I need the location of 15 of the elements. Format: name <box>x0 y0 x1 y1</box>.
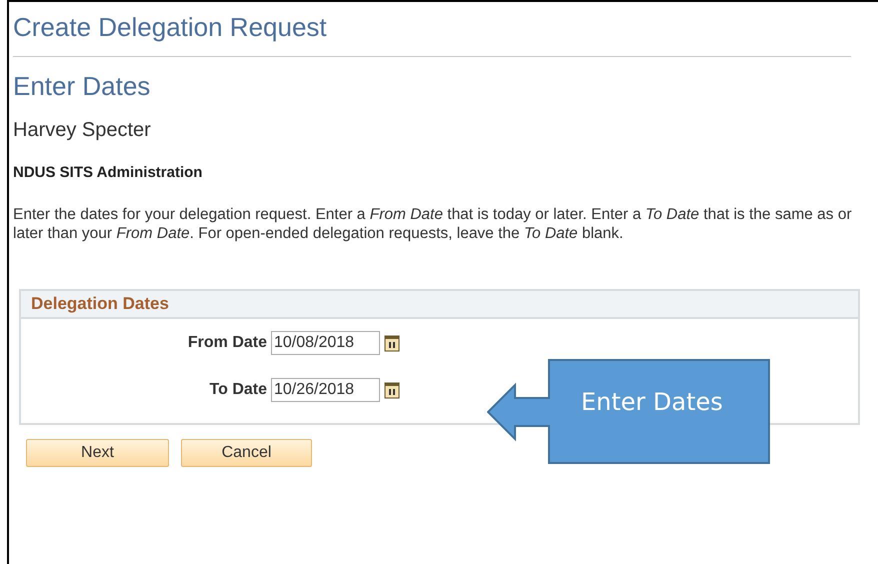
page-title: Create Delegation Request <box>13 11 327 44</box>
date-field[interactable]: 10/26/2018 <box>271 378 380 402</box>
instructions-text: Enter the dates for your delegation request. Enter a From Date that is today or later. Enter a To Date that is the same as or later than your From Date. For open-ended delegation requests, leave the To Date blank. <box>13 205 853 243</box>
calendar-icon[interactable] <box>384 334 400 352</box>
field-label: From Date <box>186 333 268 353</box>
group-title: Delegation Dates <box>21 291 858 319</box>
person-name: Harvey Specter <box>13 118 151 143</box>
date-field[interactable]: 10/08/2018 <box>271 331 380 355</box>
callout-text: Enter Dates <box>581 387 723 418</box>
department-label: NDUS SITS Administration <box>13 163 202 183</box>
next-button[interactable]: Next <box>26 439 169 467</box>
field-label: To Date <box>208 380 268 400</box>
section-title: Enter Dates <box>13 70 150 103</box>
cancel-button[interactable]: Cancel <box>181 439 312 467</box>
calendar-icon[interactable] <box>384 381 400 399</box>
